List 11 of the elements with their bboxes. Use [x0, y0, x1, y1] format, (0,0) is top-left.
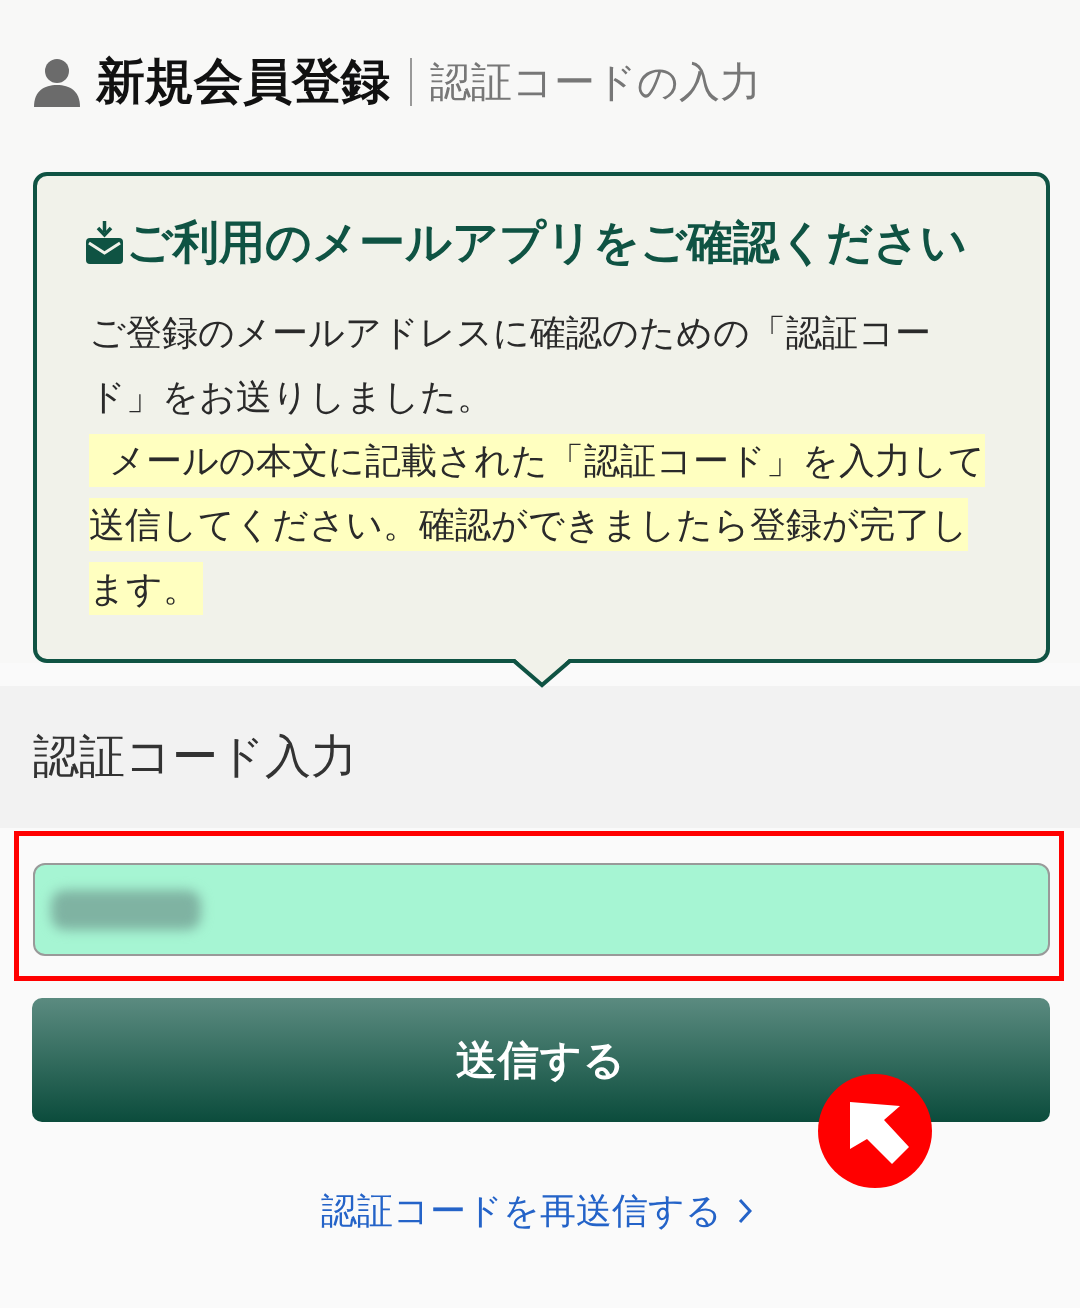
notice-title: ご利用のメールアプリをご確認ください [126, 214, 967, 271]
user-icon [32, 57, 82, 107]
submit-button[interactable]: 送信する [32, 998, 1050, 1122]
chevron-right-icon [737, 1198, 752, 1224]
page-subtitle: 認証コードの入力 [430, 57, 761, 108]
code-input-field[interactable] [33, 863, 1050, 956]
notice-message: ご登録のメールアドレスに確認のための「認証コード」をお送りしました。 [89, 311, 932, 419]
mail-download-icon [86, 220, 123, 264]
resend-link[interactable]: 認証コードを再送信する [320, 1188, 752, 1234]
section-label: 認証コード入力 [33, 728, 357, 785]
page-title: 新規会員登録 [96, 52, 390, 112]
